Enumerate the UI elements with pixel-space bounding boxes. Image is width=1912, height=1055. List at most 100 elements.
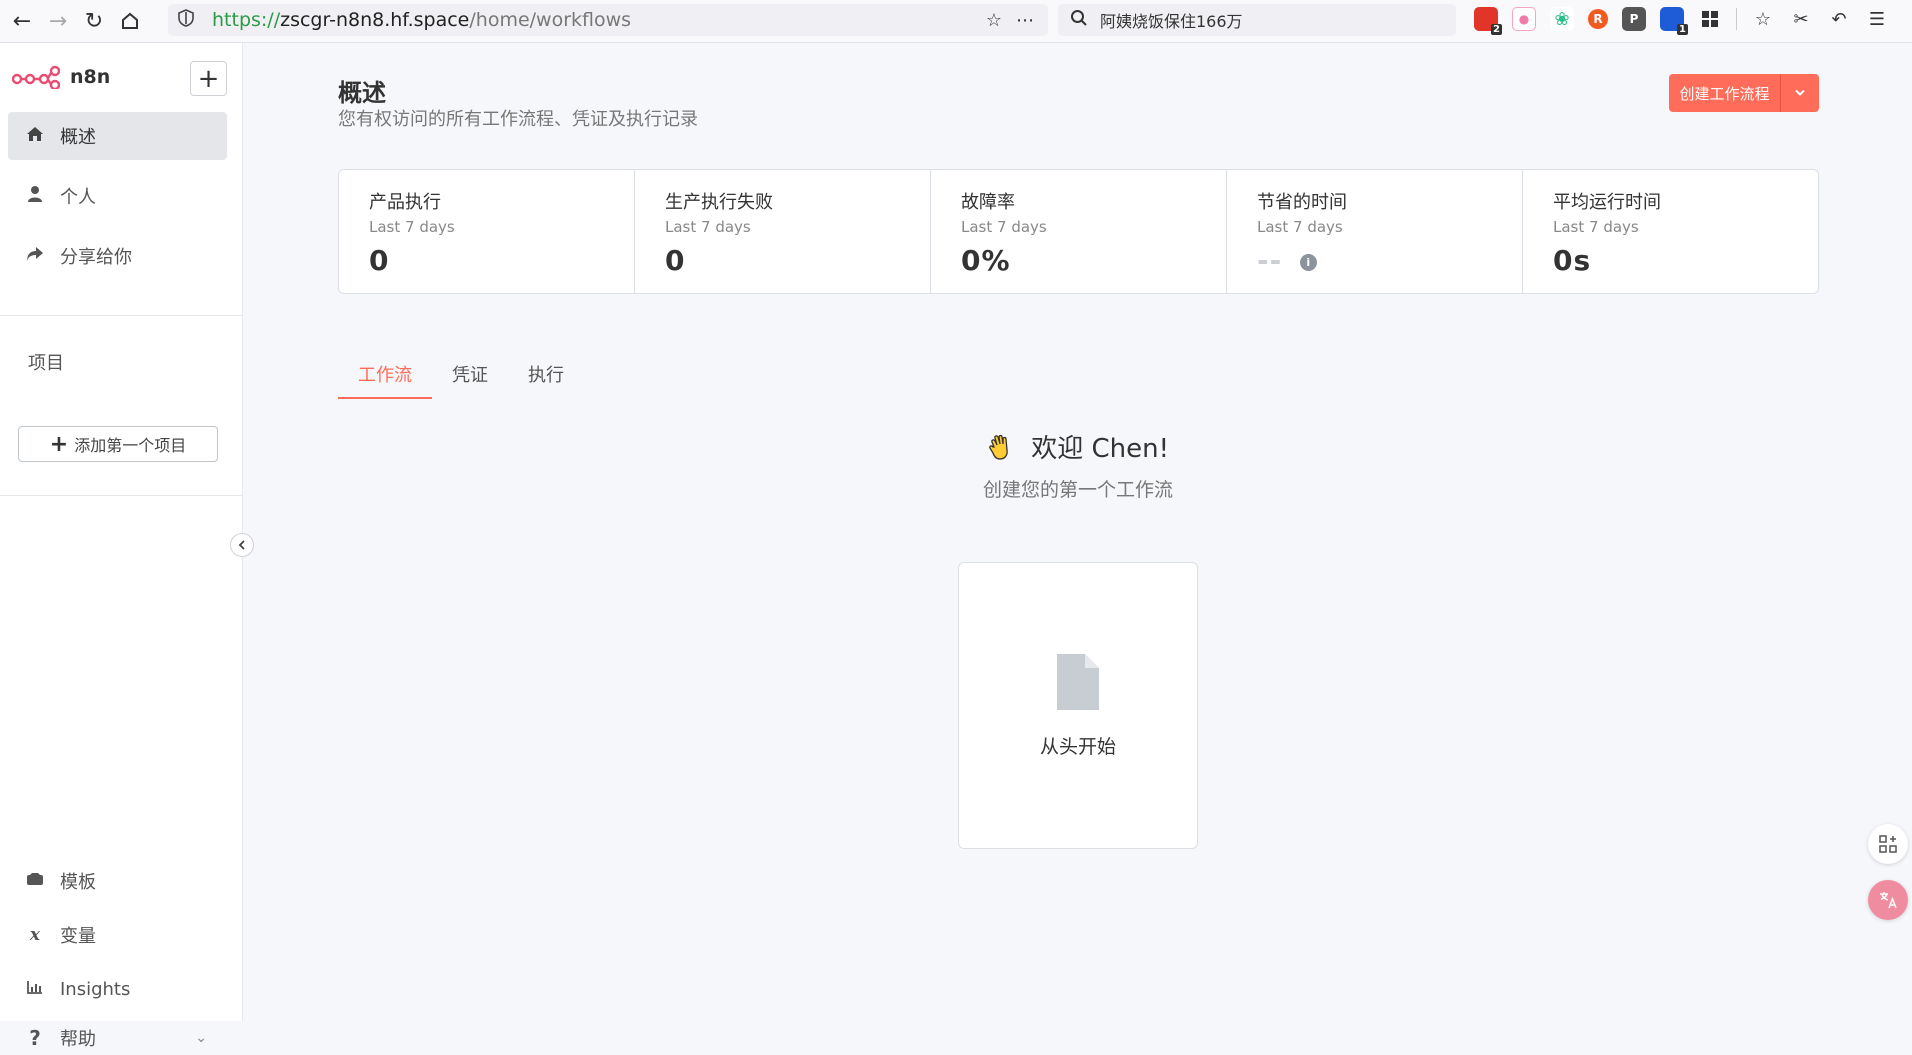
start-from-scratch-card[interactable]: 从头开始 (958, 562, 1198, 849)
cat-extension-icon[interactable]: ● (1512, 7, 1536, 31)
sidebar-item-label: 概述 (60, 127, 96, 148)
more-icon[interactable]: ⋯ (1016, 10, 1034, 31)
extension-badge: 1 (1677, 24, 1688, 35)
sidebar-divider (0, 495, 243, 496)
stat-value: 0% (961, 244, 1011, 277)
stat-period: Last 7 days (1257, 218, 1343, 236)
sidebar-item-label: 模板 (60, 872, 96, 893)
welcome-title: 欢迎 Chen! (1031, 434, 1170, 464)
url-scheme: https:// (212, 9, 281, 31)
insights-icon (22, 979, 48, 999)
plus-icon: + (49, 431, 69, 457)
file-icon (1057, 654, 1099, 710)
stat-value: 0s (1553, 244, 1592, 277)
menu-icon[interactable]: ☰ (1865, 7, 1889, 31)
create-workflow-button-group: 创建工作流程 (1669, 74, 1819, 112)
stat-period: Last 7 days (665, 218, 751, 236)
collapse-sidebar-button[interactable] (230, 533, 254, 557)
stat-period: Last 7 days (961, 218, 1047, 236)
reload-icon[interactable]: ↻ (76, 3, 112, 39)
stat-avg-runtime[interactable]: 平均运行时间 Last 7 days 0s (1523, 170, 1818, 293)
favorites-icon[interactable]: ☆ (1751, 7, 1775, 31)
tab-workflows[interactable]: 工作流 (338, 355, 432, 399)
sidebar-item-templates[interactable]: 模板 (8, 861, 227, 901)
sidebar-item-shared[interactable]: 分享给你 (8, 232, 227, 280)
sidebar-divider (0, 315, 243, 316)
sidebar-item-insights[interactable]: Insights (8, 969, 227, 1009)
chevron-down-icon: ⌄ (195, 1030, 207, 1046)
gray-extension-icon[interactable]: P (1622, 7, 1646, 31)
forward-icon[interactable]: → (40, 3, 76, 39)
create-dropdown-button[interactable] (1781, 74, 1819, 112)
stat-failure-rate[interactable]: 故障率 Last 7 days 0% (931, 170, 1227, 293)
templates-icon (22, 871, 48, 891)
stats-panel: 产品执行 Last 7 days 0 生产执行失败 Last 7 days 0 … (338, 169, 1819, 294)
url-host: zscgr-n8n8.hf.space (280, 9, 470, 31)
start-card-label: 从头开始 (1039, 736, 1116, 758)
create-plus-button[interactable]: + (190, 61, 227, 96)
address-bar[interactable]: https://zscgr-n8n8.hf.space/home/workflo… (168, 4, 1048, 36)
stat-label: 生产执行失败 (665, 192, 773, 213)
bookmark-star-icon[interactable]: ☆ (986, 10, 1002, 31)
stat-prod-executions[interactable]: 产品执行 Last 7 days 0 (339, 170, 635, 293)
search-text: 阿姨烧饭保住166万 (1100, 12, 1243, 31)
stat-label: 故障率 (961, 192, 1015, 213)
leaf-extension-icon[interactable]: ❀ (1550, 7, 1574, 31)
url-path: /home/workflows (469, 9, 632, 31)
translate-widget-icon[interactable] (1868, 880, 1908, 920)
search-icon (1070, 9, 1088, 32)
sidebar-item-personal[interactable]: 个人 (8, 172, 227, 220)
stat-value: 0 (369, 244, 390, 277)
brand-name: n8n (70, 66, 111, 88)
stat-label: 产品执行 (369, 192, 441, 213)
tab-executions[interactable]: 执行 (508, 355, 584, 399)
apps-widget-icon[interactable] (1868, 824, 1908, 864)
welcome-heading: 欢迎 Chen! (244, 428, 1912, 465)
sidebar-item-help[interactable]: ? 帮助 ⌄ (8, 1021, 227, 1055)
stat-value-row: -- i (1257, 244, 1492, 277)
stat-failed-executions[interactable]: 生产执行失败 Last 7 days 0 (635, 170, 931, 293)
home-icon (22, 126, 48, 147)
sidebar-item-variables[interactable]: x 变量 (8, 915, 227, 955)
undo-icon[interactable]: ↶ (1827, 7, 1851, 31)
blue-extension-icon[interactable]: 1 (1660, 7, 1688, 35)
add-project-button[interactable]: + 添加第一个项目 (18, 426, 218, 462)
sidebar-item-label: 分享给你 (60, 247, 132, 268)
extension-red-icon[interactable]: 2 (1474, 7, 1502, 35)
main-content: 概述 您有权访问的所有工作流程、凭证及执行记录 创建工作流程 产品执行 Last… (244, 43, 1912, 1021)
scissors-icon[interactable]: ✂ (1789, 7, 1813, 31)
info-icon[interactable]: i (1300, 253, 1318, 271)
stat-value: 0 (665, 244, 686, 277)
stat-period: Last 7 days (369, 218, 455, 236)
back-icon[interactable]: ← (4, 3, 40, 39)
sidebar: n8n + 概述 个人 分享给你 项目 + 添加第一个项目 模板 x 变量 In… (0, 43, 243, 1050)
variables-icon: x (29, 925, 41, 945)
stat-label: 节省的时间 (1257, 192, 1347, 213)
sidebar-item-label: 变量 (60, 926, 96, 947)
tab-credentials[interactable]: 凭证 (432, 355, 508, 399)
home-page-icon[interactable] (112, 3, 148, 39)
page-subtitle: 您有权访问的所有工作流程、凭证及执行记录 (338, 109, 698, 130)
create-workflow-button[interactable]: 创建工作流程 (1669, 74, 1781, 112)
stat-label: 平均运行时间 (1553, 192, 1661, 213)
brand[interactable]: n8n (12, 65, 110, 89)
n8n-logo-icon (12, 65, 60, 89)
shield-icon[interactable] (178, 9, 206, 31)
search-bar[interactable]: 阿姨烧饭保住166万 (1058, 4, 1456, 36)
waving-hand-icon (987, 434, 1023, 464)
browser-toolbar: ← → ↻ https://zscgr-n8n8.hf.space/home/w… (0, 0, 1912, 43)
content-tabs: 工作流 凭证 执行 (338, 355, 584, 399)
stat-value: -- (1257, 244, 1283, 277)
add-project-label: 添加第一个项目 (74, 436, 187, 455)
stat-time-saved[interactable]: 节省的时间 Last 7 days -- i (1227, 170, 1523, 293)
orange-extension-icon[interactable]: R (1588, 9, 1608, 29)
page-title: 概述 (338, 79, 386, 107)
extension-badge: 2 (1491, 24, 1502, 35)
sidebar-item-overview[interactable]: 概述 (8, 112, 227, 160)
grid-icon[interactable] (1698, 7, 1722, 31)
help-icon: ? (29, 1026, 41, 1050)
sidebar-item-label: 个人 (60, 187, 96, 208)
chevron-down-icon (1795, 89, 1805, 96)
projects-heading: 项目 (28, 353, 64, 374)
stat-period: Last 7 days (1553, 218, 1639, 236)
